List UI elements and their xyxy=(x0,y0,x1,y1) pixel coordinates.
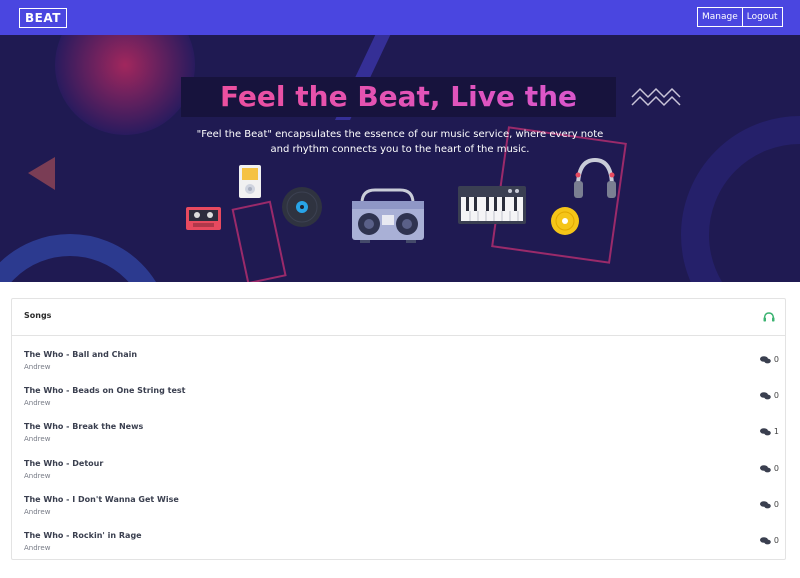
comment-count-value: 1 xyxy=(773,427,779,436)
comment-count-value: 0 xyxy=(773,536,779,545)
song-artist: Andrew xyxy=(24,472,51,480)
song-artist: Andrew xyxy=(24,363,51,371)
manage-button[interactable]: Manage xyxy=(698,8,742,26)
top-navbar: BEAT Manage Logout xyxy=(0,0,800,35)
songs-card-title: Songs xyxy=(24,311,52,320)
hero-title: Feel the Beat, Live the Music! xyxy=(181,77,616,153)
songs-card-header: Songs xyxy=(12,299,785,336)
song-artist: Andrew xyxy=(24,508,51,516)
cassette-icon xyxy=(186,207,221,230)
song-title[interactable]: The Who - Rockin' in Rage xyxy=(24,531,142,540)
hero-banner: Feel the Beat, Live the Music! "Feel the… xyxy=(0,35,800,282)
comment-count-value: 0 xyxy=(773,500,779,509)
headphones-icon xyxy=(763,312,775,322)
comments-icon xyxy=(759,536,771,544)
song-list-item[interactable]: The Who - Rockin' in Rage Andrew 0 xyxy=(24,531,779,561)
boombox-icon xyxy=(352,188,424,243)
songs-card: Songs The Who - Ball and Chain Andrew 0 … xyxy=(11,298,786,560)
hero-icons-layer xyxy=(186,157,616,243)
comment-count[interactable]: 1 xyxy=(759,427,779,436)
vinyl-record-icon xyxy=(282,187,322,227)
song-list-item[interactable]: The Who - Detour Andrew 0 xyxy=(24,459,779,489)
song-title[interactable]: The Who - I Don't Wanna Get Wise xyxy=(24,495,179,504)
comment-count[interactable]: 0 xyxy=(759,464,779,473)
song-list-item[interactable]: The Who - Beads on One String test Andre… xyxy=(24,386,779,416)
song-list-item[interactable]: The Who - Ball and Chain Andrew 0 xyxy=(24,350,779,380)
comments-icon xyxy=(759,391,771,399)
comments-icon xyxy=(759,355,771,363)
comment-count[interactable]: 0 xyxy=(759,391,779,400)
song-title[interactable]: The Who - Ball and Chain xyxy=(24,350,137,359)
song-artist: Andrew xyxy=(24,399,51,407)
brand-logo[interactable]: BEAT xyxy=(19,8,67,28)
comment-count-value: 0 xyxy=(773,355,779,364)
comment-count-value: 0 xyxy=(773,464,779,473)
comment-count[interactable]: 0 xyxy=(759,500,779,509)
song-title[interactable]: The Who - Break the News xyxy=(24,422,143,431)
nav-button-group: Manage Logout xyxy=(697,7,783,27)
keyboard-icon xyxy=(458,186,526,224)
headphones-icon xyxy=(574,157,616,198)
comments-icon xyxy=(759,500,771,508)
mp3-player-icon xyxy=(239,165,261,198)
song-title[interactable]: The Who - Beads on One String test xyxy=(24,386,185,395)
song-artist: Andrew xyxy=(24,435,51,443)
song-artist: Andrew xyxy=(24,544,51,552)
comment-count-value: 0 xyxy=(773,391,779,400)
cd-icon xyxy=(551,207,579,235)
song-title[interactable]: The Who - Detour xyxy=(24,459,103,468)
logout-button[interactable]: Logout xyxy=(741,8,782,26)
song-list-item[interactable]: The Who - Break the News Andrew 1 xyxy=(24,422,779,452)
comment-count[interactable]: 0 xyxy=(759,536,779,545)
comment-count[interactable]: 0 xyxy=(759,355,779,364)
comments-icon xyxy=(759,427,771,435)
song-list-item[interactable]: The Who - I Don't Wanna Get Wise Andrew … xyxy=(24,495,779,525)
comments-icon xyxy=(759,464,771,472)
hero-subtitle: "Feel the Beat" encapsulates the essence… xyxy=(196,129,604,155)
